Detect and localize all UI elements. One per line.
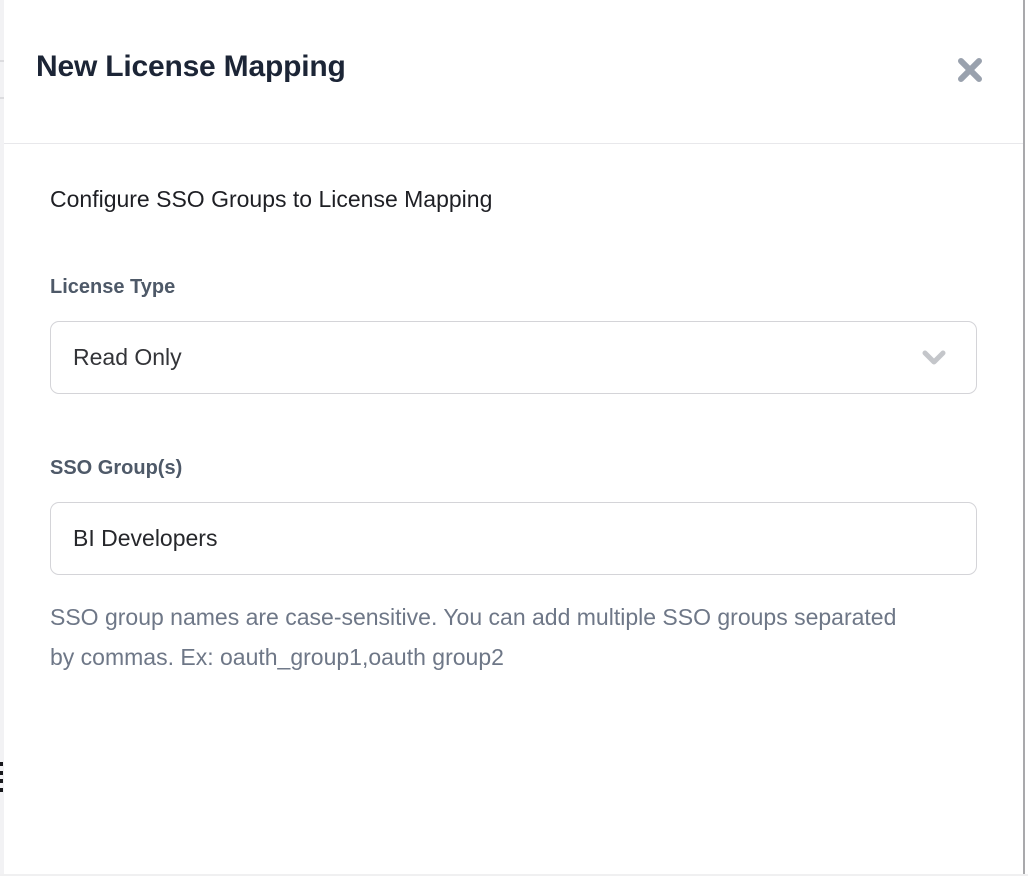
modal-header: New License Mapping [4,0,1025,144]
close-button[interactable] [951,52,989,90]
chevron-down-icon [920,346,948,375]
sso-groups-field: SSO Group(s) SSO group names are case-se… [50,457,981,677]
modal-right-edge-line [1023,0,1025,876]
sso-groups-helper-text: SSO group names are case-sensitive. You … [50,597,900,677]
license-type-field: License Type Read Only [50,276,981,394]
sso-groups-label: SSO Group(s) [50,457,981,480]
modal-description: Configure SSO Groups to License Mapping [50,186,981,213]
license-type-label: License Type [50,276,981,299]
background-page-sliver [0,0,4,876]
x-close-icon [954,54,986,89]
sso-groups-input[interactable] [50,502,977,575]
background-edge-notch [0,60,4,62]
new-license-mapping-modal: New License Mapping Configure SSO Groups… [4,0,1025,876]
background-edge-notch [0,97,4,99]
license-type-selected-value: Read Only [73,344,182,371]
modal-title: New License Mapping [36,50,346,84]
license-type-select[interactable]: Read Only [50,321,977,394]
background-menu-fragment [0,762,3,792]
modal-body: Configure SSO Groups to License Mapping … [4,144,1025,677]
